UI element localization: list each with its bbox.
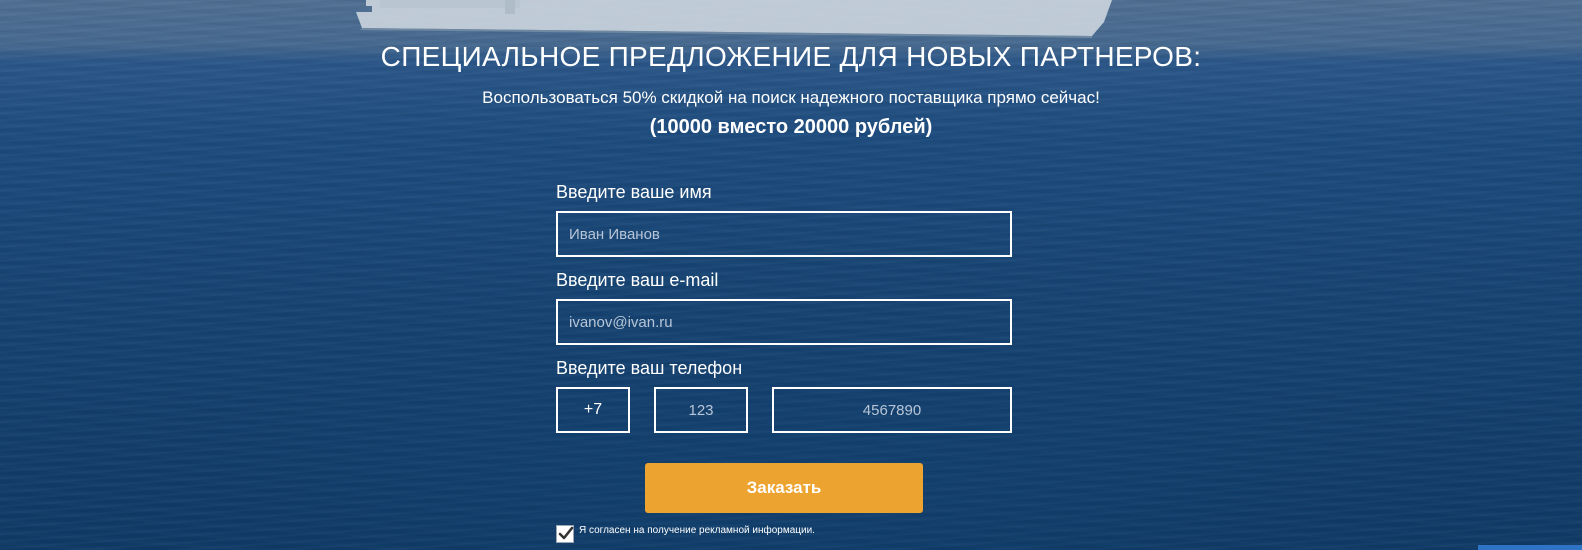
name-input[interactable] (556, 211, 1012, 257)
offer-subline: Воспользоваться 50% скидкой на поиск над… (482, 88, 1100, 107)
offer-headline: СПЕЦИАЛЬНОЕ ПРЕДЛОЖЕНИЕ ДЛЯ НОВЫХ ПАРТНЕ… (380, 41, 1202, 72)
phone-label: Введите ваш телефон (556, 358, 743, 378)
name-label: Введите ваше имя (556, 182, 712, 202)
phone-country-code[interactable]: +7 (556, 387, 630, 433)
offer-price: (10000 вместо 20000 рублей) (649, 116, 933, 138)
email-input[interactable] (556, 299, 1012, 345)
consent-text: Я согласен на получение рекламной информ… (579, 525, 815, 536)
order-button[interactable]: Заказать (645, 463, 923, 513)
email-label: Введите ваш e-mail (556, 270, 719, 290)
phone-number-input[interactable] (772, 387, 1012, 433)
consent-checkbox[interactable] (556, 525, 574, 543)
phone-area-input[interactable] (654, 387, 748, 433)
consent-row[interactable]: Я согласен на получение рекламной информ… (556, 523, 815, 545)
checkmark-icon (558, 526, 574, 540)
corner-widget-tab[interactable] (1478, 545, 1582, 550)
